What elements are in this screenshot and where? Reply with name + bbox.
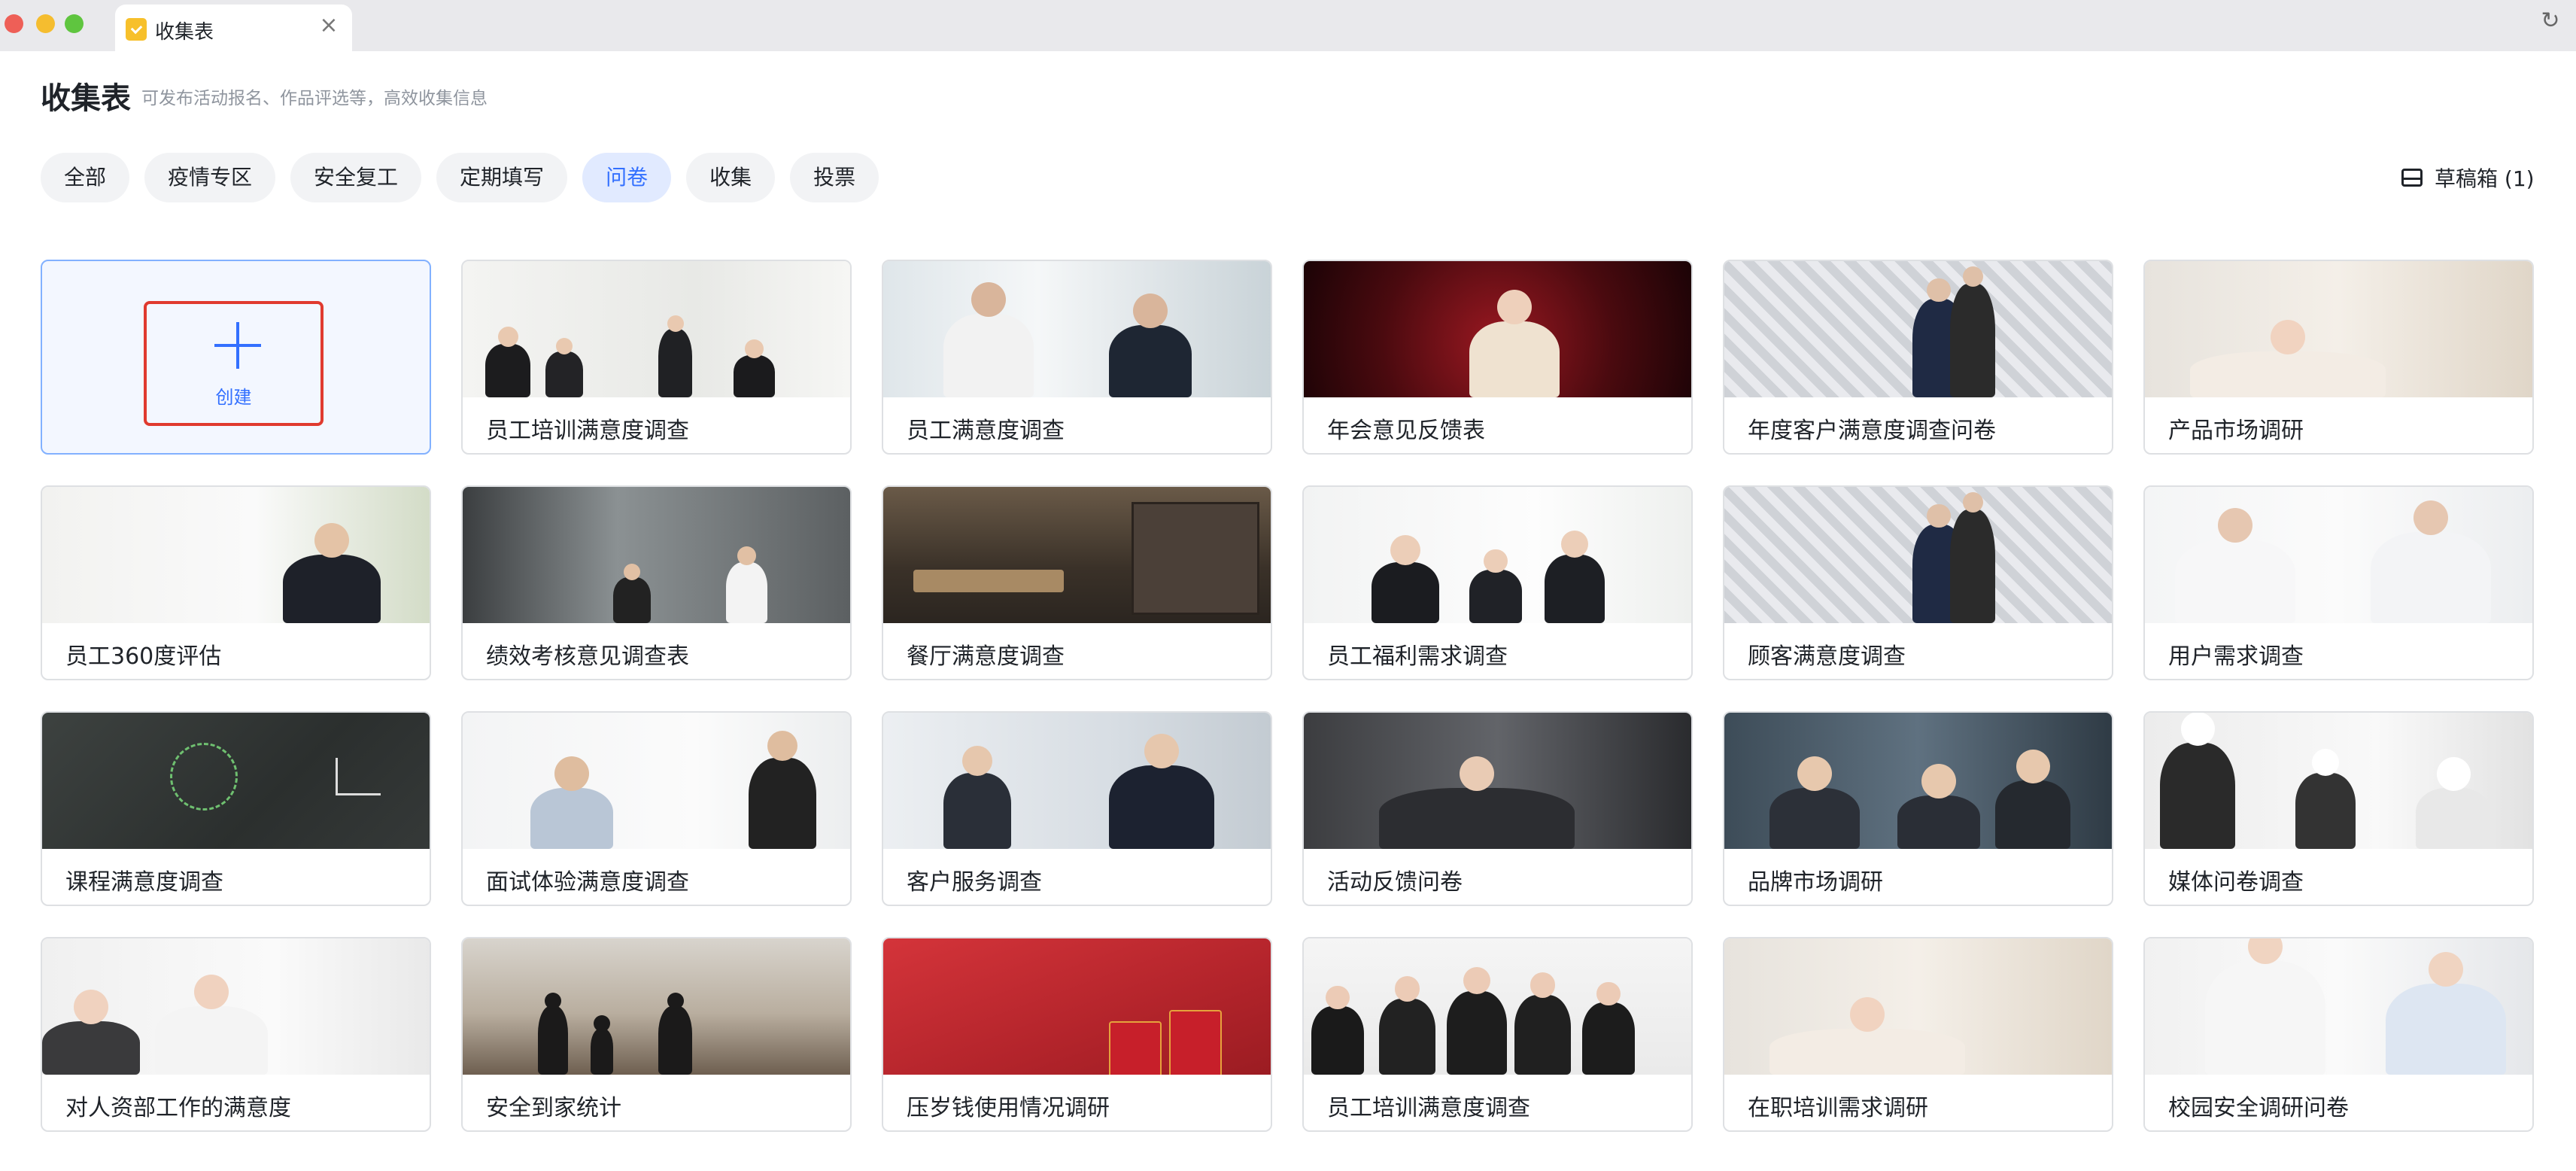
close-icon[interactable]: ×: [315, 12, 342, 39]
template-title: 活动反馈问卷: [1327, 869, 1463, 896]
page-subtitle: 可发布活动报名、作品评选等，高效收集信息: [141, 89, 488, 108]
template-card[interactable]: 员工培训满意度调查: [1302, 937, 1693, 1132]
create-card[interactable]: 创建: [41, 260, 431, 455]
create-label: 创建: [215, 387, 252, 408]
filter-chip-safe-return[interactable]: 安全复工: [290, 153, 422, 202]
template-card[interactable]: 用户需求调查: [2143, 485, 2534, 680]
minimize-window-button[interactable]: [36, 14, 55, 33]
template-card[interactable]: 员工福利需求调查: [1302, 485, 1693, 680]
template-title: 餐厅满意度调查: [907, 643, 1065, 670]
template-thumbnail: [883, 938, 1271, 1075]
template-card[interactable]: 在职培训需求调研: [1723, 937, 2113, 1132]
template-title: 用户需求调查: [2168, 643, 2304, 670]
template-title: 员工满意度调查: [907, 418, 1065, 444]
template-card[interactable]: 餐厅满意度调查: [882, 485, 1272, 680]
filter-chip-collect[interactable]: 收集: [686, 153, 776, 202]
template-thumbnail: [883, 261, 1271, 397]
template-title: 品牌市场调研: [1748, 869, 1883, 896]
template-thumbnail: [1724, 487, 2112, 623]
template-title: 员工培训满意度调查: [486, 418, 689, 444]
template-title: 安全到家统计: [486, 1095, 621, 1121]
template-card[interactable]: 顾客满意度调查: [1723, 485, 2113, 680]
template-card[interactable]: 客户服务调查: [882, 711, 1272, 906]
refresh-icon[interactable]: ↻: [2535, 6, 2565, 36]
template-title: 产品市场调研: [2168, 418, 2304, 444]
template-thumbnail: [1304, 487, 1691, 623]
template-thumbnail: [463, 261, 850, 397]
template-thumbnail: [463, 938, 850, 1075]
filter-chip-epidemic[interactable]: 疫情专区: [144, 153, 276, 202]
template-card[interactable]: 课程满意度调查: [41, 711, 431, 906]
template-thumbnail: [42, 938, 430, 1075]
template-title: 压岁钱使用情况调研: [907, 1095, 1110, 1121]
template-thumbnail: [2145, 487, 2532, 623]
template-title: 课程满意度调查: [65, 869, 223, 896]
filter-chip-periodic[interactable]: 定期填写: [436, 153, 568, 202]
template-card[interactable]: 绩效考核意见调查表: [461, 485, 852, 680]
template-title: 顾客满意度调查: [1748, 643, 1906, 670]
create-button[interactable]: 创建: [144, 301, 324, 426]
template-thumbnail: [1724, 938, 2112, 1075]
drafts-label: 草稿箱 (1): [2435, 166, 2535, 191]
zoom-window-button[interactable]: [65, 14, 84, 33]
filter-chip-vote[interactable]: 投票: [790, 153, 879, 202]
template-card[interactable]: 媒体问卷调查: [2143, 711, 2534, 906]
template-card[interactable]: 活动反馈问卷: [1302, 711, 1693, 906]
close-window-button[interactable]: [5, 14, 23, 33]
browser-tab[interactable]: 收集表 ×: [115, 5, 352, 51]
template-title: 员工福利需求调查: [1327, 643, 1508, 670]
template-thumbnail: [2145, 713, 2532, 849]
template-title: 面试体验满意度调查: [486, 869, 689, 896]
template-title: 媒体问卷调查: [2168, 869, 2304, 896]
template-thumbnail: [1304, 713, 1691, 849]
template-thumbnail: [883, 713, 1271, 849]
template-card[interactable]: 员工培训满意度调查: [461, 260, 852, 455]
template-title: 年会意见反馈表: [1327, 418, 1485, 444]
template-title: 员工培训满意度调查: [1327, 1095, 1530, 1121]
template-card[interactable]: 年度客户满意度调查问卷: [1723, 260, 2113, 455]
inbox-icon: [2401, 169, 2423, 187]
template-card[interactable]: 员工360度评估: [41, 485, 431, 680]
drafts-button[interactable]: 草稿箱 (1): [2401, 162, 2535, 193]
tab-title: 收集表: [155, 21, 214, 44]
template-thumbnail: [1724, 261, 2112, 397]
template-card[interactable]: 安全到家统计: [461, 937, 852, 1132]
template-thumbnail: [2145, 938, 2532, 1075]
template-thumbnail: [883, 487, 1271, 623]
template-card[interactable]: 品牌市场调研: [1723, 711, 2113, 906]
template-card[interactable]: 员工满意度调查: [882, 260, 1272, 455]
template-title: 对人资部工作的满意度: [65, 1095, 291, 1121]
template-grid: 创建 员工培训满意度调查 员工满意度调查 年会意见反馈表 年度客户满意度调查问卷 产品市…: [41, 260, 2534, 1132]
template-thumbnail: [463, 713, 850, 849]
template-thumbnail: [1724, 713, 2112, 849]
template-title: 校园安全调研问卷: [2168, 1095, 2349, 1121]
template-thumbnail: [42, 713, 430, 849]
title-bar: 收集表 × ↻: [0, 0, 2576, 51]
template-card[interactable]: 年会意见反馈表: [1302, 260, 1693, 455]
template-title: 年度客户满意度调查问卷: [1748, 418, 1996, 444]
template-card[interactable]: 产品市场调研: [2143, 260, 2534, 455]
template-thumbnail: [2145, 261, 2532, 397]
template-thumbnail: [42, 487, 430, 623]
template-card[interactable]: 压岁钱使用情况调研: [882, 937, 1272, 1132]
template-thumbnail: [463, 487, 850, 623]
template-title: 员工360度评估: [65, 643, 222, 670]
template-thumbnail: [1304, 261, 1691, 397]
plus-icon: [214, 322, 261, 369]
template-title: 客户服务调查: [907, 869, 1042, 896]
template-title: 绩效考核意见调查表: [486, 643, 689, 670]
template-card[interactable]: 校园安全调研问卷: [2143, 937, 2534, 1132]
template-title: 在职培训需求调研: [1748, 1095, 1928, 1121]
form-app-icon: [126, 18, 147, 41]
template-thumbnail: [1304, 938, 1691, 1075]
category-filter-bar: 全部 疫情专区 安全复工 定期填写 问卷 收集 投票: [41, 153, 879, 202]
page-title: 收集表: [41, 81, 131, 116]
template-card[interactable]: 对人资部工作的满意度: [41, 937, 431, 1132]
filter-chip-all[interactable]: 全部: [41, 153, 130, 202]
template-card[interactable]: 面试体验满意度调查: [461, 711, 852, 906]
filter-chip-questionnaire[interactable]: 问卷: [582, 153, 672, 202]
